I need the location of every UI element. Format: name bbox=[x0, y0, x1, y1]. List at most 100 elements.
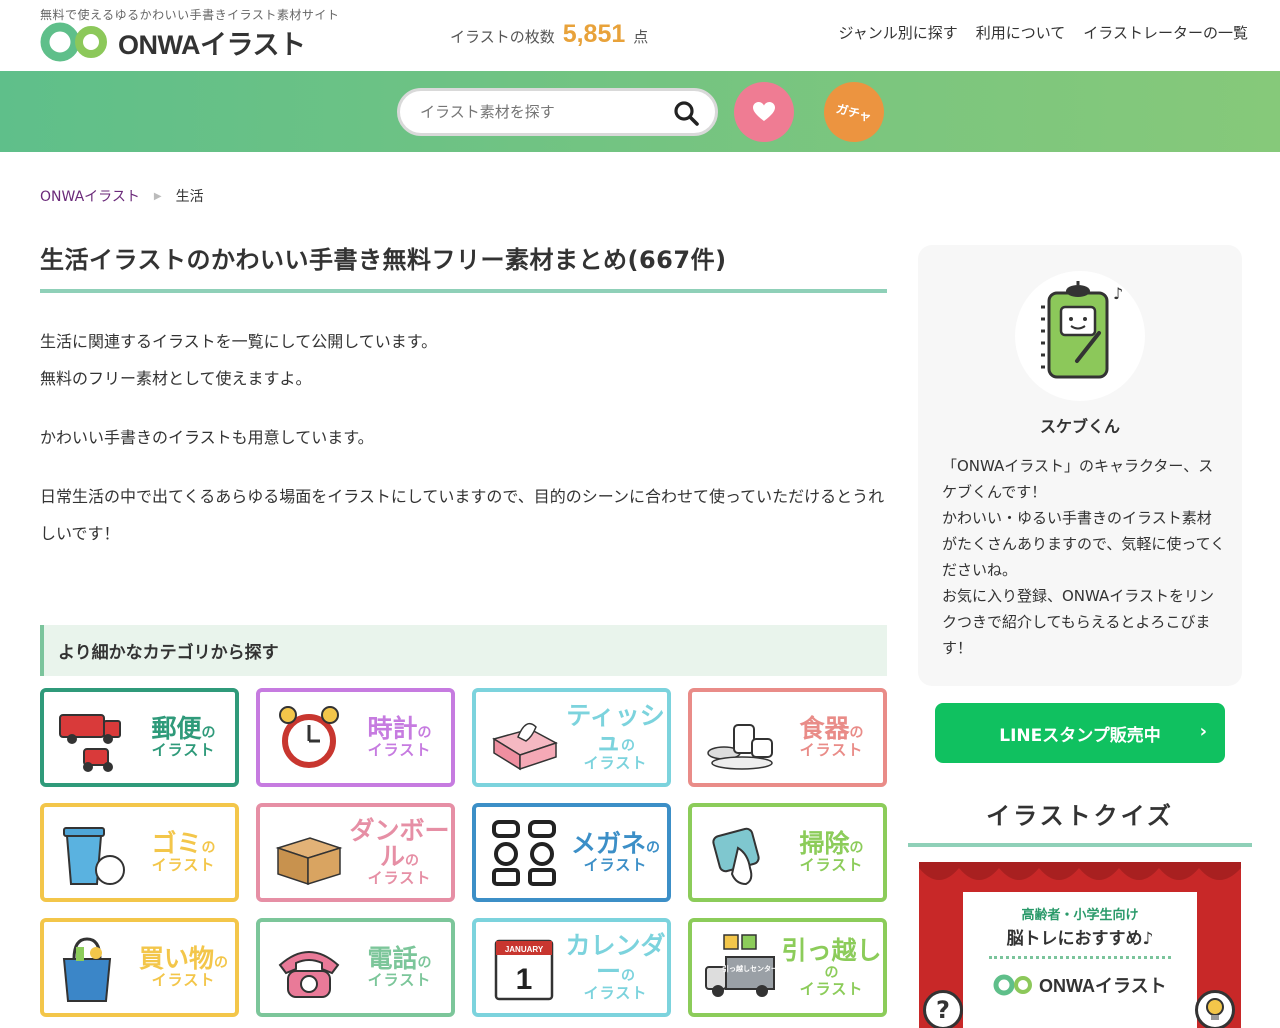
tile-no: の bbox=[621, 968, 635, 985]
tile-name: 掃除 bbox=[799, 829, 850, 858]
category-tile-moving-truck[interactable]: 引っ越しセンター 引っ越しの イラスト bbox=[688, 918, 887, 1017]
breadcrumb: ONWAイラスト ▶ 生活 bbox=[40, 186, 204, 206]
tile-no: の bbox=[214, 954, 228, 971]
tile-suffix: イラスト bbox=[583, 984, 648, 1003]
category-tile-shopping-bag[interactable]: 買い物の イラスト bbox=[40, 918, 239, 1017]
chevron-right-icon: › bbox=[1199, 721, 1207, 742]
page-title: 生活イラストのかわいい手書き無料フリー素材まとめ(667件) bbox=[40, 240, 887, 293]
tile-name: ティッシュ bbox=[566, 701, 665, 757]
tile-suffix: イラスト bbox=[799, 979, 864, 998]
tile-label: 電話の イラスト bbox=[348, 946, 451, 989]
tile-suffix: イラスト bbox=[367, 971, 432, 990]
category-tile-cleaning-cloth[interactable]: 掃除の イラスト bbox=[688, 803, 887, 902]
quiz-tagline: 脳トレにおすすめ♪ bbox=[1006, 929, 1154, 949]
category-tile-tissue-box[interactable]: ティッシュの イラスト bbox=[472, 688, 671, 787]
moving-truck-icon: 引っ越しセンター bbox=[702, 929, 780, 1007]
tile-label: 郵便の イラスト bbox=[132, 716, 235, 759]
breadcrumb-separator: ▶ bbox=[153, 190, 162, 202]
character-description-line: 「ONWAイラスト」のキャラクター、スケブくんです！ bbox=[942, 457, 1214, 501]
category-tile-mail-truck[interactable]: 郵便の イラスト bbox=[40, 688, 239, 787]
character-description-line: かわいい・ゆるい手書きのイラスト素材がたくさんありますので、気軽に使ってください… bbox=[942, 509, 1226, 579]
svg-text:♪: ♪ bbox=[1113, 284, 1123, 303]
nav-usage[interactable]: 利用について bbox=[976, 22, 1066, 43]
sketchbook-character-icon: ♪ bbox=[1041, 281, 1123, 379]
category-tile-telephone[interactable]: 電話の イラスト bbox=[256, 918, 455, 1017]
breadcrumb-home[interactable]: ONWAイラスト bbox=[40, 186, 140, 206]
tile-name: ダンボール bbox=[349, 816, 450, 872]
search-icon[interactable] bbox=[673, 100, 699, 126]
intro-line-1: 生活に関連するイラストを一覧にして公開しています。 bbox=[40, 332, 438, 351]
tile-label: 食器の イラスト bbox=[780, 716, 883, 759]
intro-line-4: 日常生活の中で出てくるあらゆる場面をイラストにしていますので、目的のシーンに合わ… bbox=[40, 487, 885, 543]
calendar-icon: JANUARY 1 bbox=[486, 929, 564, 1007]
quiz-panel: 高齢者・小学生向け 脳トレにおすすめ♪ ONWAイラスト bbox=[963, 892, 1197, 1028]
character-name: スケブくん bbox=[1039, 417, 1120, 436]
tile-suffix: イラスト bbox=[151, 971, 216, 990]
site-header: 無料で使えるゆるかわいい手書きイラスト素材サイト ONWAイラスト イラストの枚… bbox=[0, 0, 1280, 71]
tile-suffix: イラスト bbox=[799, 856, 864, 875]
tile-suffix: イラスト bbox=[367, 869, 432, 888]
trash-can-icon bbox=[54, 814, 132, 892]
quiz-target: 高齢者・小学生向け bbox=[1021, 908, 1139, 923]
tile-label: ゴミの イラスト bbox=[132, 831, 235, 874]
count-unit: 点 bbox=[633, 28, 649, 46]
tile-name: 電話 bbox=[367, 944, 418, 973]
tile-suffix: イラスト bbox=[583, 856, 648, 875]
tile-suffix: イラスト bbox=[367, 741, 432, 760]
cleaning-cloth-icon bbox=[702, 814, 780, 892]
alarm-clock-icon bbox=[270, 699, 348, 777]
site-tagline: 無料で使えるゆるかわいい手書きイラスト素材サイト bbox=[40, 8, 340, 22]
category-grid: 郵便の イラスト 時計の イラスト ティッシュの イラスト 食器の イラスト ゴミの イラスト ダン… bbox=[40, 688, 887, 1017]
tile-name: 引っ越し bbox=[781, 936, 882, 965]
tile-name: カレンダー bbox=[565, 931, 666, 987]
search-box[interactable] bbox=[397, 88, 718, 136]
category-tile-glasses[interactable]: メガネの イラスト bbox=[472, 803, 671, 902]
category-tile-alarm-clock[interactable]: 時計の イラスト bbox=[256, 688, 455, 787]
heart-icon bbox=[753, 102, 775, 121]
character-description-line: お気に入り登録、ONWAイラストをリンクつきで紹介してもらえるとよろこびます！ bbox=[942, 587, 1215, 657]
tile-name: 時計 bbox=[367, 714, 418, 743]
count-value: 5,851 bbox=[562, 20, 626, 48]
tile-label: 掃除の イラスト bbox=[780, 831, 883, 874]
tile-no: の bbox=[849, 724, 864, 741]
quiz-logo: ONWAイラスト bbox=[993, 972, 1167, 998]
intro-text: 生活に関連するイラストを一覧にして公開しています。 無料のフリー素材として使えま… bbox=[40, 323, 887, 552]
gacha-button[interactable]: ガチャ bbox=[817, 75, 891, 149]
quiz-heading: イラストクイズ bbox=[908, 796, 1252, 847]
category-subhead: より細かなカテゴリから探す bbox=[40, 625, 887, 676]
tile-label: ダンボールの イラスト bbox=[348, 818, 451, 887]
tile-label: 時計の イラスト bbox=[348, 716, 451, 759]
line-stamp-button[interactable]: LINEスタンプ販売中 › bbox=[935, 703, 1225, 763]
favorites-button[interactable] bbox=[734, 82, 794, 142]
search-input[interactable] bbox=[420, 103, 660, 121]
site-logo[interactable]: ONWAイラスト bbox=[40, 22, 306, 62]
character-avatar: ♪ bbox=[1015, 271, 1145, 401]
category-tile-trash-can[interactable]: ゴミの イラスト bbox=[40, 803, 239, 902]
category-tile-calendar[interactable]: JANUARY 1 カレンダーの イラスト bbox=[472, 918, 671, 1017]
glasses-icon bbox=[486, 814, 564, 892]
tile-no: の bbox=[646, 839, 660, 856]
tile-no: の bbox=[201, 724, 216, 741]
telephone-icon bbox=[270, 929, 348, 1007]
category-tile-cardboard-box[interactable]: ダンボールの イラスト bbox=[256, 803, 455, 902]
count-label: イラストの枚数 bbox=[450, 28, 555, 46]
main-content: 生活イラストのかわいい手書き無料フリー素材まとめ(667件) 生活に関連するイラ… bbox=[40, 240, 887, 1017]
tile-no: の bbox=[417, 724, 432, 741]
cardboard-box-icon bbox=[270, 814, 348, 892]
logo-infinity-icon bbox=[993, 974, 1032, 996]
svg-text:引っ越しセンター: 引っ越しセンター bbox=[722, 964, 778, 973]
breadcrumb-current: 生活 bbox=[175, 189, 204, 205]
nav-illustrators[interactable]: イラストレーターの一覧 bbox=[1083, 22, 1248, 43]
tile-label: 買い物の イラスト bbox=[132, 946, 235, 989]
tile-no: の bbox=[405, 853, 419, 870]
quiz-divider bbox=[989, 956, 1171, 959]
intro-line-2: 無料のフリー素材として使えますよ。 bbox=[40, 369, 312, 388]
tile-suffix: イラスト bbox=[583, 754, 648, 773]
tile-label: ティッシュの イラスト bbox=[564, 703, 667, 772]
tile-no: の bbox=[849, 839, 864, 856]
category-tile-tableware[interactable]: 食器の イラスト bbox=[688, 688, 887, 787]
tile-name: 買い物 bbox=[138, 944, 214, 973]
nav-genre[interactable]: ジャンル別に探す bbox=[838, 22, 957, 43]
intro-line-3: かわいい手書きのイラストも用意しています。 bbox=[40, 428, 374, 447]
quiz-banner[interactable]: 高齢者・小学生向け 脳トレにおすすめ♪ ONWAイラスト ? bbox=[919, 862, 1241, 1028]
